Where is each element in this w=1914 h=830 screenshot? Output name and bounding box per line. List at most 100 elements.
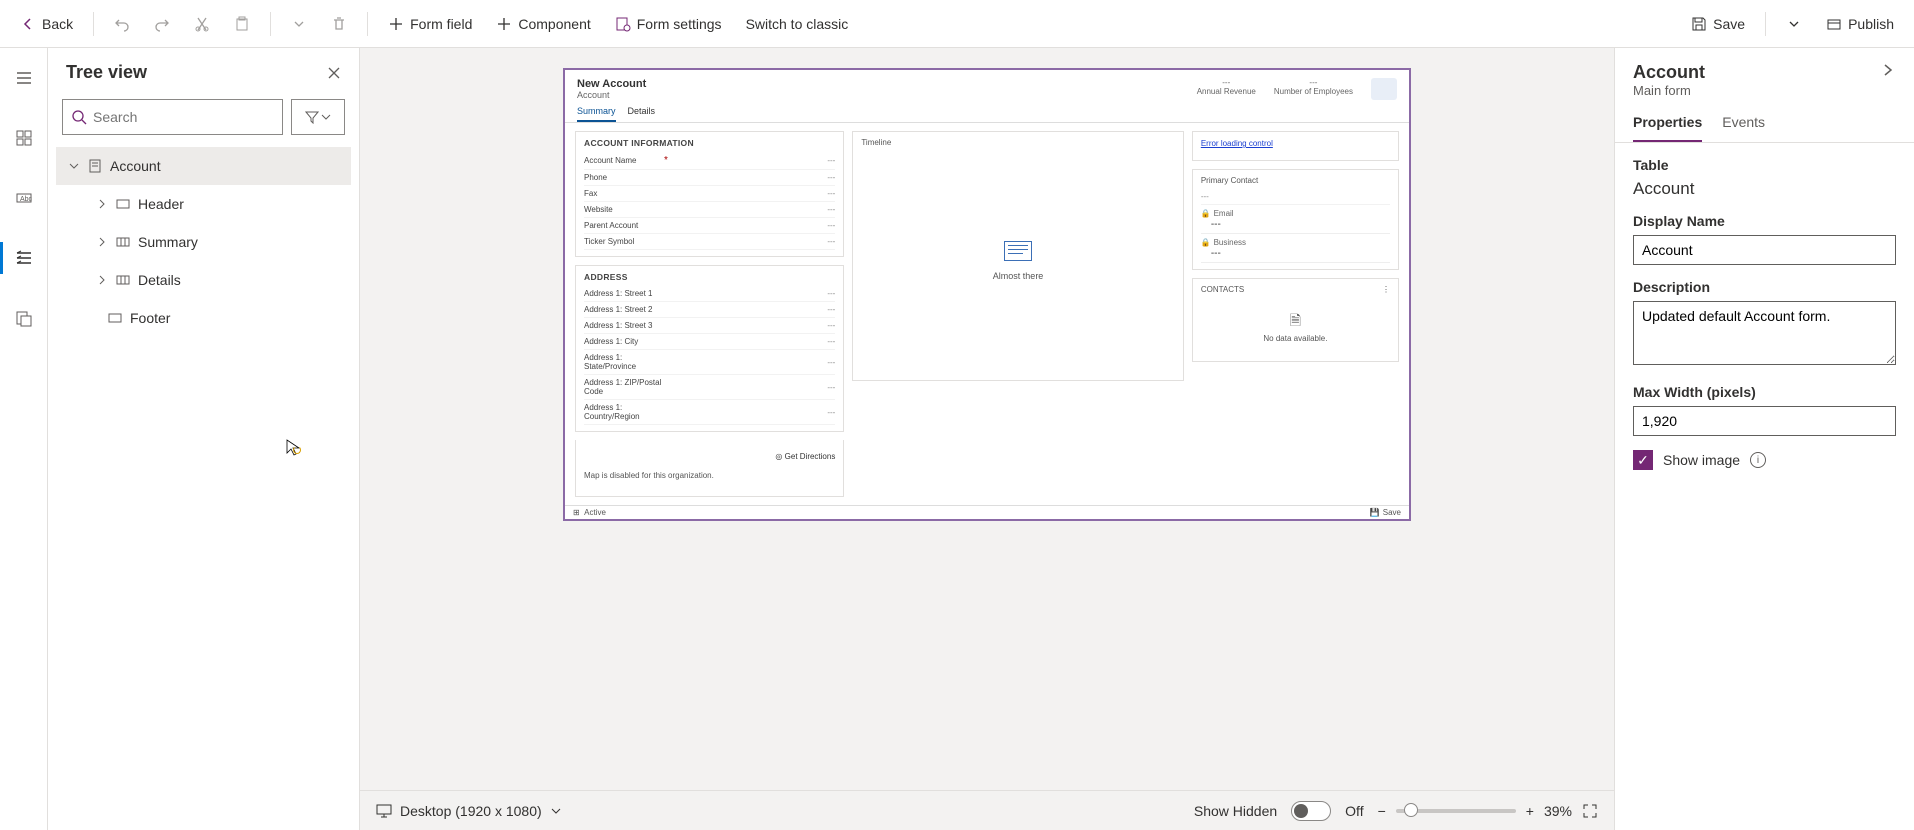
save-icon: 💾	[1370, 508, 1380, 517]
form-field-row[interactable]: Fax ---	[584, 186, 835, 202]
description-label: Description	[1633, 279, 1896, 295]
form-field-row[interactable]: Account Name*---	[584, 152, 835, 170]
section-map[interactable]: ◎ Get Directions Map is disabled for thi…	[575, 440, 844, 497]
form-tab-summary[interactable]: Summary	[577, 106, 616, 122]
filter-icon	[305, 110, 319, 124]
form-field-row[interactable]: Address 1: State/Province---	[584, 350, 835, 375]
section-timeline[interactable]: Timeline Almost there	[852, 131, 1183, 381]
field-value: ---	[817, 237, 835, 246]
save-button[interactable]: Save	[1681, 10, 1755, 38]
tab-icon	[116, 235, 130, 249]
form-preview-title: New Account	[577, 78, 646, 90]
chevron-down-icon	[321, 112, 331, 122]
tree-item-header[interactable]: Header	[56, 185, 351, 223]
description-input[interactable]	[1633, 301, 1896, 365]
left-rail: Abc	[0, 48, 48, 830]
device-selector[interactable]: Desktop (1920 x 1080)	[376, 803, 562, 819]
form-settings-icon	[615, 16, 631, 32]
form-field-row[interactable]: Address 1: City---	[584, 334, 835, 350]
max-width-input[interactable]	[1633, 406, 1896, 436]
tree-item-label: Details	[138, 272, 181, 288]
show-hidden-toggle[interactable]	[1291, 801, 1331, 821]
save-menu-button[interactable]	[1776, 10, 1812, 38]
form-field-row[interactable]: Address 1: Street 2---	[584, 302, 835, 318]
target-icon: ◎	[775, 452, 782, 461]
plus-icon	[496, 16, 512, 32]
search-box[interactable]	[62, 99, 283, 135]
form-field-row[interactable]: Phone---	[584, 170, 835, 186]
tab-icon	[116, 273, 130, 287]
add-form-field-button[interactable]: Form field	[378, 10, 482, 38]
delete-button[interactable]	[321, 10, 357, 38]
paste-button[interactable]	[224, 10, 260, 38]
form-field-row[interactable]: Website---	[584, 202, 835, 218]
field-label: Phone	[584, 173, 662, 182]
zoom-in-button[interactable]: +	[1526, 803, 1534, 819]
svg-text:Abc: Abc	[20, 196, 33, 203]
filter-button[interactable]	[291, 99, 345, 135]
form-field-row[interactable]: Ticker Symbol---	[584, 234, 835, 250]
field-value: ---	[817, 189, 835, 198]
props-tab-events[interactable]: Events	[1722, 114, 1765, 142]
section-account-info[interactable]: ACCOUNT INFORMATION Account Name*---Phon…	[575, 131, 844, 257]
form-field-row[interactable]: Parent Account---	[584, 218, 835, 234]
section-primary-contact[interactable]: Primary Contact --- 🔒 Email--- 🔒 Busines…	[1192, 169, 1399, 270]
fit-icon[interactable]	[1582, 803, 1598, 819]
field-label: Fax	[584, 189, 662, 198]
search-input[interactable]	[93, 109, 274, 125]
undo-button[interactable]	[104, 10, 140, 38]
info-icon[interactable]: i	[1750, 452, 1766, 468]
zoom-slider[interactable]	[1396, 809, 1516, 813]
rail-hamburger[interactable]	[0, 58, 48, 98]
zoom-out-button[interactable]: −	[1378, 803, 1386, 819]
tree-title: Tree view	[66, 62, 147, 83]
collapse-panel-button[interactable]	[1880, 62, 1896, 78]
form-tab-details[interactable]: Details	[628, 106, 656, 122]
tree-item-footer[interactable]: Footer	[56, 299, 351, 337]
add-component-button[interactable]: Component	[486, 10, 600, 38]
form-field-row[interactable]: Address 1: Street 1---	[584, 286, 835, 302]
section-address[interactable]: ADDRESS Address 1: Street 1---Address 1:…	[575, 265, 844, 432]
form-icon	[88, 159, 102, 173]
close-icon[interactable]	[327, 66, 341, 80]
rail-components[interactable]	[0, 118, 48, 158]
redo-button[interactable]	[144, 10, 180, 38]
rail-treeview[interactable]	[0, 238, 48, 278]
section-contacts[interactable]: CONTACTS⋮ 🗎 No data available.	[1192, 278, 1399, 362]
field-value: ---	[817, 408, 835, 417]
form-field-row[interactable]: Address 1: Street 3---	[584, 318, 835, 334]
form-settings-button[interactable]: Form settings	[605, 10, 732, 38]
get-directions-link[interactable]: Get Directions	[785, 452, 836, 461]
cut-button[interactable]	[184, 10, 220, 38]
form-field-row[interactable]: Address 1: Country/Region---	[584, 400, 835, 425]
show-image-checkbox[interactable]: ✓	[1633, 450, 1653, 470]
display-name-input[interactable]	[1633, 235, 1896, 265]
tree-item-account[interactable]: Account	[56, 147, 351, 185]
props-title: Account	[1633, 62, 1705, 83]
form-field-row[interactable]: Address 1: ZIP/Postal Code---	[584, 375, 835, 400]
field-value: ---	[817, 156, 835, 165]
section-error[interactable]: Error loading control	[1192, 131, 1399, 161]
save-label: Save	[1713, 16, 1745, 32]
chevron-down-icon	[291, 16, 307, 32]
avatar-placeholder	[1371, 78, 1397, 100]
chevron-down-icon	[550, 805, 562, 817]
tree-item-details[interactable]: Details	[56, 261, 351, 299]
switch-classic-label: Switch to classic	[746, 16, 849, 32]
tree-list: Account Header Summary Details Footer	[48, 147, 359, 830]
publish-button[interactable]: Publish	[1816, 10, 1904, 38]
field-label: Website	[584, 205, 662, 214]
rail-businessrules[interactable]	[0, 298, 48, 338]
props-tab-properties[interactable]: Properties	[1633, 114, 1702, 142]
section-header: ACCOUNT INFORMATION	[584, 138, 835, 148]
search-icon	[71, 109, 87, 125]
field-label: Address 1: City	[584, 337, 662, 346]
more-icon[interactable]: ⋮	[1382, 285, 1390, 294]
delete-icon	[331, 16, 347, 32]
paste-menu-button[interactable]	[281, 10, 317, 38]
tree-item-summary[interactable]: Summary	[56, 223, 351, 261]
form-preview[interactable]: New Account Account ---Annual Revenue --…	[563, 68, 1411, 521]
back-button[interactable]: Back	[10, 10, 83, 38]
rail-fields[interactable]: Abc	[0, 178, 48, 218]
switch-classic-button[interactable]: Switch to classic	[736, 10, 859, 38]
